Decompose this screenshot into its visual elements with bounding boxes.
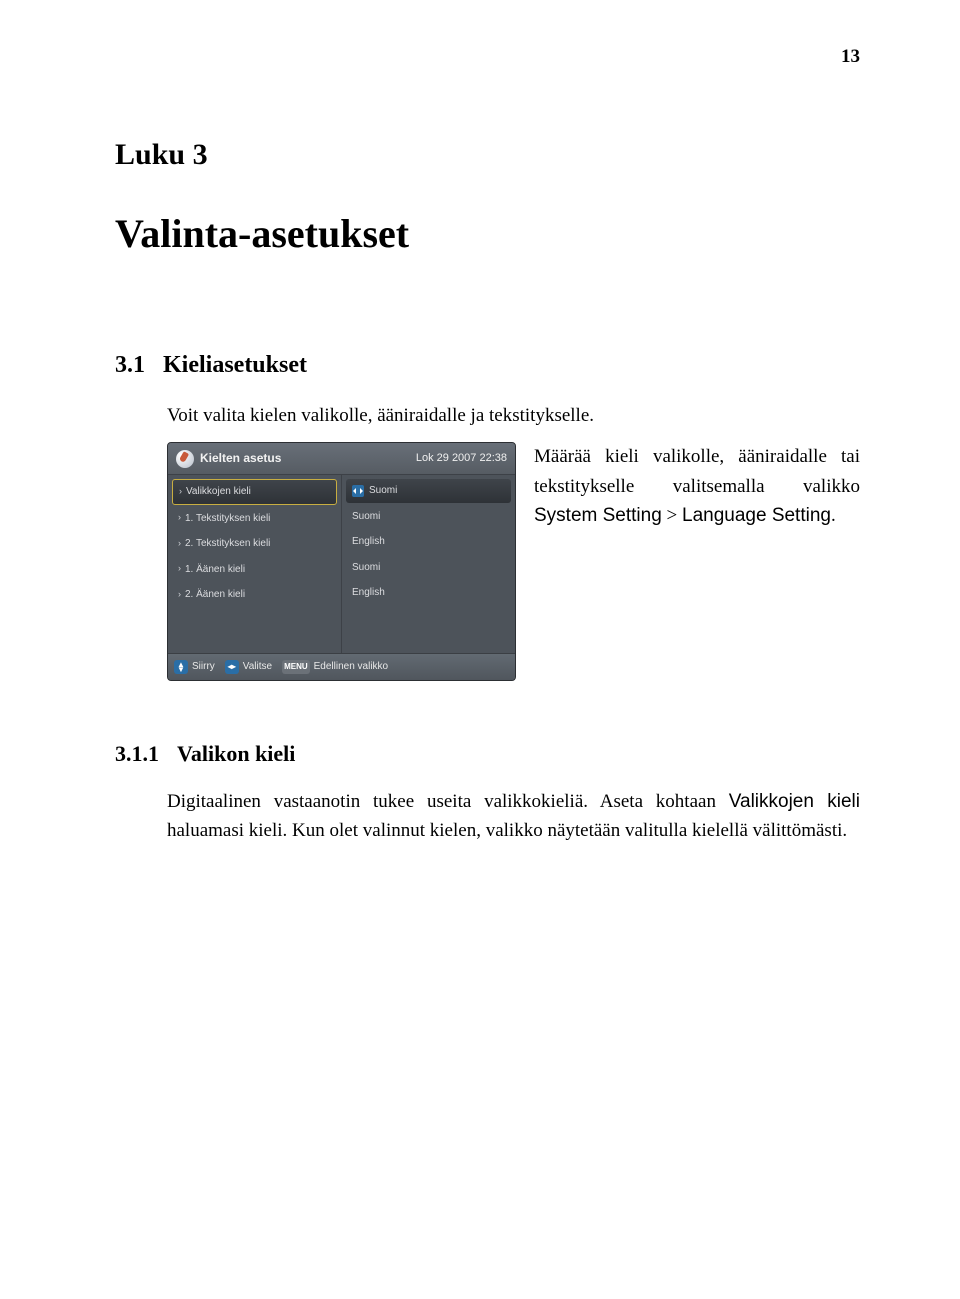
- list-item[interactable]: › 2. Äänen kieli: [172, 583, 337, 607]
- footer-label: Edellinen valikko: [314, 659, 389, 675]
- subsection-heading: 3.1.1 Valikon kieli: [115, 741, 860, 767]
- list-item[interactable]: Suomi: [346, 505, 511, 529]
- subsection-title: Valikon kieli: [177, 741, 295, 766]
- list-item[interactable]: › 1. Tekstityksen kieli: [172, 507, 337, 531]
- page-number: 13: [841, 46, 860, 68]
- list-item[interactable]: › 2. Tekstityksen kieli: [172, 532, 337, 556]
- text-fragment: Määrää kieli valikolle, ääniraidalle tai…: [534, 446, 860, 496]
- section-title: Kieliasetukset: [163, 352, 307, 378]
- section-heading: 3.1 Kieliasetukset: [115, 352, 860, 379]
- footer-label: Valitse: [243, 659, 272, 675]
- menu-path-item: Language Setting: [682, 505, 831, 526]
- screenshot-footer: ▲▼ Siirry ◂▸ Valitse MENU Edellinen vali…: [168, 653, 515, 680]
- list-item-label: English: [352, 534, 385, 550]
- screenshot-datetime: Lok 29 2007 22:38: [416, 450, 507, 467]
- list-item[interactable]: Suomi: [346, 479, 511, 503]
- left-right-arrow-icon: [352, 485, 364, 497]
- rocket-icon: [176, 450, 194, 468]
- section-side-text: Määrää kieli valikolle, ääniraidalle tai…: [534, 442, 860, 530]
- list-item-label: Suomi: [352, 509, 380, 525]
- text-fragment: Digitaalinen vastaanotin tukee useita va…: [167, 791, 729, 812]
- list-item[interactable]: › Valikkojen kieli: [172, 479, 337, 505]
- chevron-right-icon: ›: [178, 511, 181, 525]
- subsection-number: 3.1.1: [115, 741, 159, 766]
- chapter-label: Luku 3: [115, 138, 860, 172]
- text-fragment: haluamasi kieli. Kun olet valinnut kiele…: [167, 820, 847, 841]
- list-item[interactable]: Suomi: [346, 556, 511, 580]
- list-item[interactable]: English: [346, 530, 511, 554]
- chevron-right-icon: ›: [179, 485, 182, 499]
- list-item[interactable]: English: [346, 581, 511, 605]
- list-item-label: 2. Äänen kieli: [185, 587, 245, 603]
- chapter-title: Valinta-asetukset: [115, 210, 860, 257]
- section-number: 3.1: [115, 352, 145, 378]
- list-item-label: Suomi: [369, 483, 397, 499]
- section-intro: Voit valita kielen valikolle, ääniraidal…: [167, 401, 860, 430]
- list-item-label: Suomi: [352, 560, 380, 576]
- chevron-right-icon: ›: [178, 537, 181, 551]
- list-item-label: English: [352, 585, 385, 601]
- screenshot-left-column: › Valikkojen kieli › 1. Tekstityksen kie…: [168, 475, 342, 653]
- settings-screenshot: Kielten asetus Lok 29 2007 22:38 › Valik…: [167, 442, 516, 680]
- list-item-label: Valikkojen kieli: [186, 484, 251, 500]
- subsection-body: Digitaalinen vastaanotin tukee useita va…: [167, 787, 860, 846]
- left-right-key-icon: ◂▸: [225, 660, 239, 674]
- screenshot-header: Kielten asetus Lok 29 2007 22:38: [168, 443, 515, 475]
- chevron-right-icon: ›: [178, 588, 181, 602]
- chevron-right-icon: ›: [178, 562, 181, 576]
- screenshot-right-column: Suomi Suomi English Suomi English: [342, 475, 515, 653]
- menu-key-icon: MENU: [282, 660, 310, 674]
- list-item-label: 1. Äänen kieli: [185, 562, 245, 578]
- list-item-label: 1. Tekstityksen kieli: [185, 511, 270, 527]
- up-down-key-icon: ▲▼: [174, 660, 188, 674]
- menu-path-item: Valikkojen kieli: [729, 791, 860, 812]
- footer-label: Siirry: [192, 659, 215, 675]
- text-fragment: >: [662, 505, 682, 526]
- list-item[interactable]: › 1. Äänen kieli: [172, 558, 337, 582]
- text-fragment: .: [831, 505, 836, 526]
- screenshot-title: Kielten asetus: [200, 449, 416, 468]
- menu-path-item: System Setting: [534, 505, 662, 526]
- list-item-label: 2. Tekstityksen kieli: [185, 536, 270, 552]
